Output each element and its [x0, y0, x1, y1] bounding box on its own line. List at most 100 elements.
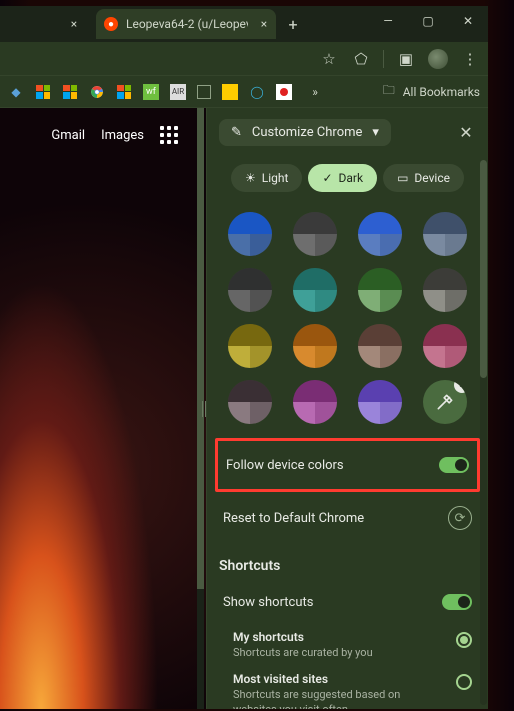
tab-title: Leopeva64-2 (u/Leopeva64-2… — [126, 17, 248, 31]
color-swatch-custom[interactable]: ✓ — [419, 380, 472, 424]
customize-chrome-dropdown[interactable]: ✎ Customize Chrome ▾ — [219, 119, 391, 146]
radio-selected-icon — [456, 632, 472, 648]
menu-icon[interactable]: ⋮ — [460, 49, 480, 69]
window-controls: — ▢ ✕ — [368, 6, 488, 36]
color-swatch-purple[interactable] — [354, 380, 407, 424]
follow-device-colors-toggle[interactable] — [439, 457, 469, 473]
panel-header: ✎ Customize Chrome ▾ ✕ — [207, 108, 488, 156]
customize-chrome-panel: ✎ Customize Chrome ▾ ✕ ☀ Light ✓ Dark — [206, 108, 488, 709]
bookmark-item[interactable]: ◯ — [249, 84, 265, 100]
color-swatch-magenta[interactable] — [288, 380, 341, 424]
page-scrollbar-thumb[interactable] — [197, 108, 204, 589]
color-swatch-grid: ✓ — [219, 206, 476, 430]
bookmark-item[interactable] — [116, 84, 132, 100]
panel-title: Customize Chrome — [252, 125, 363, 140]
apps-grid-icon[interactable] — [160, 126, 178, 144]
tab-inactive[interactable]: ● Leopeva64-2 (u/Leopeva64-2… × — [96, 9, 276, 39]
folder-icon: 🗀 — [381, 84, 397, 100]
mode-dark-label: Dark — [339, 171, 364, 185]
mode-light-label: Light — [262, 171, 289, 185]
highlight-box: Follow device colors — [215, 438, 480, 492]
radio-unselected-icon — [456, 674, 472, 690]
option-my-shortcuts[interactable]: My shortcuts Shortcuts are curated by yo… — [219, 624, 476, 666]
device-icon: ▭ — [397, 171, 408, 185]
color-swatch-mauve[interactable] — [223, 380, 276, 424]
bookmark-item[interactable] — [276, 84, 292, 100]
chevron-down-icon: ▾ — [372, 125, 379, 140]
color-swatch-teal[interactable] — [288, 268, 341, 312]
bookmark-item[interactable]: wf — [143, 84, 159, 100]
reddit-icon: ● — [104, 17, 118, 31]
option-most-visited-title: Most visited sites — [233, 672, 446, 686]
toolbar: ☆ ⬠ ▣ ⋮ — [0, 42, 488, 76]
panel-scrollbar-thumb[interactable] — [480, 160, 487, 378]
bookmark-item[interactable]: ◆ — [8, 84, 24, 100]
reset-icon: ⟳ — [448, 506, 472, 530]
reset-default-chrome-label: Reset to Default Chrome — [223, 511, 438, 526]
new-tab-page: Gmail Images — [0, 108, 206, 709]
minimize-button[interactable]: — — [368, 6, 408, 36]
color-swatch-green[interactable] — [354, 268, 407, 312]
tab-active[interactable]: × — [0, 9, 90, 39]
option-most-visited-desc: Shortcuts are suggested based on website… — [233, 688, 446, 709]
side-panel-icon[interactable]: ▣ — [396, 49, 416, 69]
all-bookmarks-label: All Bookmarks — [403, 85, 480, 99]
show-shortcuts-toggle[interactable] — [442, 594, 472, 610]
profile-avatar[interactable] — [428, 49, 448, 69]
close-icon[interactable]: × — [66, 16, 82, 32]
show-shortcuts-row: Show shortcuts — [219, 580, 476, 624]
close-panel-button[interactable]: ✕ — [456, 122, 476, 142]
tab-strip: × ● Leopeva64-2 (u/Leopeva64-2… × + — ▢ … — [0, 6, 488, 42]
ntp-top-links: Gmail Images — [51, 126, 178, 144]
color-swatch-olive[interactable] — [223, 324, 276, 368]
reset-default-chrome-row[interactable]: Reset to Default Chrome ⟳ — [219, 496, 476, 540]
bookmark-item[interactable] — [197, 85, 211, 99]
bookmark-item[interactable] — [222, 84, 238, 100]
mode-dark[interactable]: ✓ Dark — [308, 164, 377, 192]
close-window-button[interactable]: ✕ — [448, 6, 488, 36]
color-swatch-blue-2[interactable] — [354, 212, 407, 256]
mode-device[interactable]: ▭ Device — [383, 164, 464, 192]
bookmark-item[interactable]: AIR — [170, 84, 186, 100]
mode-light[interactable]: ☀ Light — [231, 164, 302, 192]
mode-device-label: Device — [414, 171, 450, 185]
option-my-shortcuts-desc: Shortcuts are curated by you — [233, 646, 446, 660]
color-swatch-grey[interactable] — [288, 212, 341, 256]
bookmark-overflow-icon[interactable]: » — [307, 84, 323, 100]
all-bookmarks-button[interactable]: 🗀 All Bookmarks — [381, 84, 480, 100]
follow-device-colors-label: Follow device colors — [226, 458, 429, 473]
bookmark-item[interactable] — [35, 84, 51, 100]
pencil-icon: ✎ — [231, 125, 242, 140]
separator — [383, 50, 384, 68]
color-swatch-orange[interactable] — [288, 324, 341, 368]
color-swatch-greygreen[interactable] — [419, 268, 472, 312]
close-icon[interactable]: × — [256, 16, 272, 32]
color-swatch-slate[interactable] — [419, 212, 472, 256]
option-my-shortcuts-title: My shortcuts — [233, 630, 446, 644]
selected-check-icon: ✓ — [454, 380, 467, 393]
option-most-visited[interactable]: Most visited sites Shortcuts are suggest… — [219, 666, 476, 709]
color-swatch-brown[interactable] — [354, 324, 407, 368]
follow-device-colors-row: Follow device colors — [226, 443, 469, 487]
bookmarks-bar: ◆ wf AIR ◯ » 🗀 All Bookmarks — [0, 76, 488, 108]
content-area: Gmail Images ✎ Customize Chrome ▾ ✕ — [0, 108, 488, 709]
color-swatch-blue[interactable] — [223, 212, 276, 256]
new-tab-button[interactable]: + — [282, 13, 304, 35]
shortcuts-section-title: Shortcuts — [219, 558, 476, 574]
show-shortcuts-label: Show shortcuts — [223, 595, 432, 610]
color-swatch-pink[interactable] — [419, 324, 472, 368]
images-link[interactable]: Images — [101, 128, 144, 143]
eyedropper-icon — [435, 392, 455, 412]
color-swatch-dark-grey[interactable] — [223, 268, 276, 312]
gmail-link[interactable]: Gmail — [51, 128, 85, 143]
bookmark-item[interactable] — [89, 84, 105, 100]
appearance-mode-row: ☀ Light ✓ Dark ▭ Device — [219, 156, 476, 206]
sun-icon: ☀ — [245, 171, 256, 185]
panel-body: ☀ Light ✓ Dark ▭ Device ✓ — [207, 156, 488, 709]
bookmark-item[interactable] — [62, 84, 78, 100]
panel-scrollbar[interactable] — [480, 160, 487, 705]
maximize-button[interactable]: ▢ — [408, 6, 448, 36]
check-icon: ✓ — [322, 171, 332, 185]
bookmark-star-icon[interactable]: ☆ — [319, 49, 339, 69]
extensions-icon[interactable]: ⬠ — [351, 49, 371, 69]
